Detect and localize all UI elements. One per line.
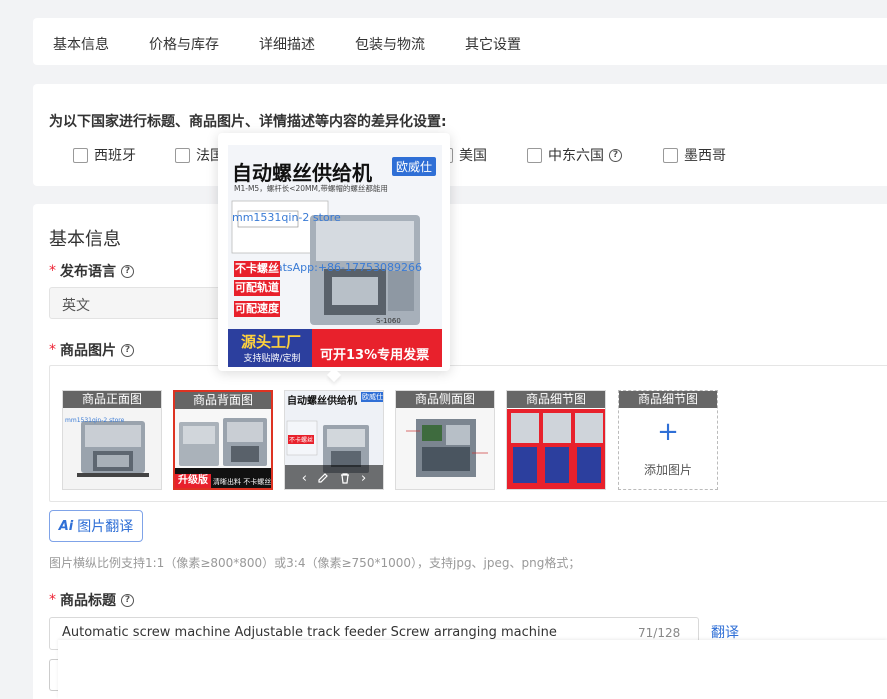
watermark: mm1531qin-2 store xyxy=(65,417,125,424)
country-spain-checkbox[interactable]: 西班牙 xyxy=(73,145,136,165)
title-char-counter: 71/128 xyxy=(638,626,681,640)
country-label: 西班牙 xyxy=(94,148,136,164)
image-slot-label: 商品细节图 xyxy=(619,391,717,408)
thumb-caption: 清晰出料 不卡螺丝 xyxy=(213,478,272,486)
tab-description[interactable]: 详细描述 xyxy=(259,34,315,54)
country-label: 美国 xyxy=(459,148,487,164)
thumb-brand: 欧威仕 xyxy=(361,392,383,402)
image-slot-label: 商品背面图 xyxy=(175,392,271,409)
tab-other-settings[interactable]: 其它设置 xyxy=(465,34,521,54)
upgrade-badge: 升级版 xyxy=(175,474,211,488)
title-translate-link[interactable]: 翻译 xyxy=(711,622,739,642)
language-label: * 发布语言? xyxy=(49,261,134,281)
image-translate-label: 图片翻译 xyxy=(77,519,134,535)
image-translate-button[interactable]: Ai 图片翻译 xyxy=(49,510,143,542)
images-label: * 商品图片? xyxy=(49,340,134,360)
preview-factory-sub: 支持贴牌/定制 xyxy=(243,354,301,364)
edit-icon[interactable] xyxy=(317,472,329,484)
preview-headline: 自动螺丝供给机 xyxy=(232,161,372,185)
preview-tag: 可配轨道 xyxy=(234,280,280,296)
country-mexico-checkbox[interactable]: 墨西哥 xyxy=(663,145,726,165)
preview-brand: 欧威仕 xyxy=(392,157,437,176)
preview-subtitle: M1-M5，螺杆长<20MM,带螺帽的螺丝都能用 xyxy=(234,184,388,193)
ai-icon: Ai xyxy=(58,518,74,534)
required-mark: * xyxy=(49,342,56,358)
tab-packaging[interactable]: 包装与物流 xyxy=(355,34,425,54)
tab-price-stock[interactable]: 价格与库存 xyxy=(149,34,219,54)
image-upload-panel: 商品正面图 mm1531qin-2 store 商品背面图 升级版 清晰出料 不… xyxy=(49,365,887,502)
help-icon[interactable]: ? xyxy=(121,343,134,357)
image-format-hint: 图片横纵比例支持1:1（像素≥800*800）或3:4（像素≥750*1000）… xyxy=(49,556,581,570)
language-label-text: 发布语言 xyxy=(60,264,116,280)
watermark: WhatsApp:+86-17753089266 xyxy=(258,261,422,274)
country-france-checkbox[interactable]: 法国 xyxy=(175,145,224,165)
product-image-side[interactable]: 商品侧面图 xyxy=(395,390,495,490)
country-label: 墨西哥 xyxy=(684,148,726,164)
country-settings-title: 为以下国家进行标题、商品图片、详情描述等内容的差异化设置: xyxy=(49,114,447,130)
preview-factory: 源头工厂 xyxy=(240,333,301,351)
plus-icon: + xyxy=(657,417,679,447)
title-label-text: 商品标题 xyxy=(60,593,116,609)
images-label-text: 商品图片 xyxy=(60,343,116,359)
country-label: 中东六国 xyxy=(548,148,604,164)
tab-bar: 基本信息 价格与库存 详细描述 包装与物流 其它设置 xyxy=(33,18,887,65)
basic-info-card: 基本信息 * 发布语言? 英文 * 商品图片? 商品正面图 mm1531qin-2 … xyxy=(33,204,887,699)
help-icon[interactable]: ? xyxy=(121,593,134,607)
product-image-detail-1[interactable]: 商品细节图 xyxy=(506,390,606,490)
overlay-panel xyxy=(58,640,887,699)
required-mark: * xyxy=(49,592,56,608)
language-select[interactable]: 英文 xyxy=(49,287,239,319)
product-image-back[interactable]: 商品背面图 升级版 清晰出料 不卡螺丝 xyxy=(173,390,273,490)
help-icon[interactable]: ? xyxy=(609,148,622,162)
preview-tag: 不卡螺丝 xyxy=(234,261,280,277)
checkbox-box[interactable] xyxy=(527,147,542,163)
delete-icon[interactable] xyxy=(339,472,351,484)
chevron-right-icon[interactable]: › xyxy=(361,471,366,486)
thumb-tag: 不卡螺丝 xyxy=(288,435,315,444)
country-settings-card: 为以下国家进行标题、商品图片、详情描述等内容的差异化设置: 西班牙 法国 美国 … xyxy=(33,84,887,186)
help-icon[interactable]: ? xyxy=(121,264,134,278)
image-slot-label: 商品正面图 xyxy=(63,391,161,408)
country-middle-east-checkbox[interactable]: 中东六国? xyxy=(527,145,622,165)
section-title: 基本信息 xyxy=(49,229,121,250)
product-image-main[interactable]: 自动螺丝供给机 欧威仕 不卡螺丝 ‹ › xyxy=(284,390,384,490)
thumb-actions: ‹ › xyxy=(285,467,383,489)
add-image-label: 添加图片 xyxy=(643,463,692,477)
watermark: mm1531qin-2 store xyxy=(232,211,341,224)
thumb-headline: 自动螺丝供给机 xyxy=(287,396,357,407)
image-slot-label: 商品侧面图 xyxy=(396,391,494,408)
checkbox-box[interactable] xyxy=(73,147,88,163)
preview-tag: 可配速度 xyxy=(234,301,280,317)
title-label: * 商品标题? xyxy=(49,590,134,610)
preview-invoice: 可开13%专用发票 xyxy=(320,348,430,363)
product-image-front[interactable]: 商品正面图 mm1531qin-2 store xyxy=(62,390,162,490)
image-slot-label: 商品细节图 xyxy=(507,391,605,408)
preview-model: S-1060 xyxy=(376,317,401,325)
chevron-left-icon[interactable]: ‹ xyxy=(302,471,307,486)
checkbox-box[interactable] xyxy=(663,147,678,163)
preview-image: 自动螺丝供给机 欧威仕 M1-M5，螺杆长<20MM,带螺帽的螺丝都能用 mm1… xyxy=(228,145,442,367)
tab-basic-info[interactable]: 基本信息 xyxy=(53,34,109,54)
required-mark: * xyxy=(49,263,56,279)
add-image-button[interactable]: 商品细节图 + 添加图片 xyxy=(618,390,718,490)
checkbox-box[interactable] xyxy=(175,147,190,163)
